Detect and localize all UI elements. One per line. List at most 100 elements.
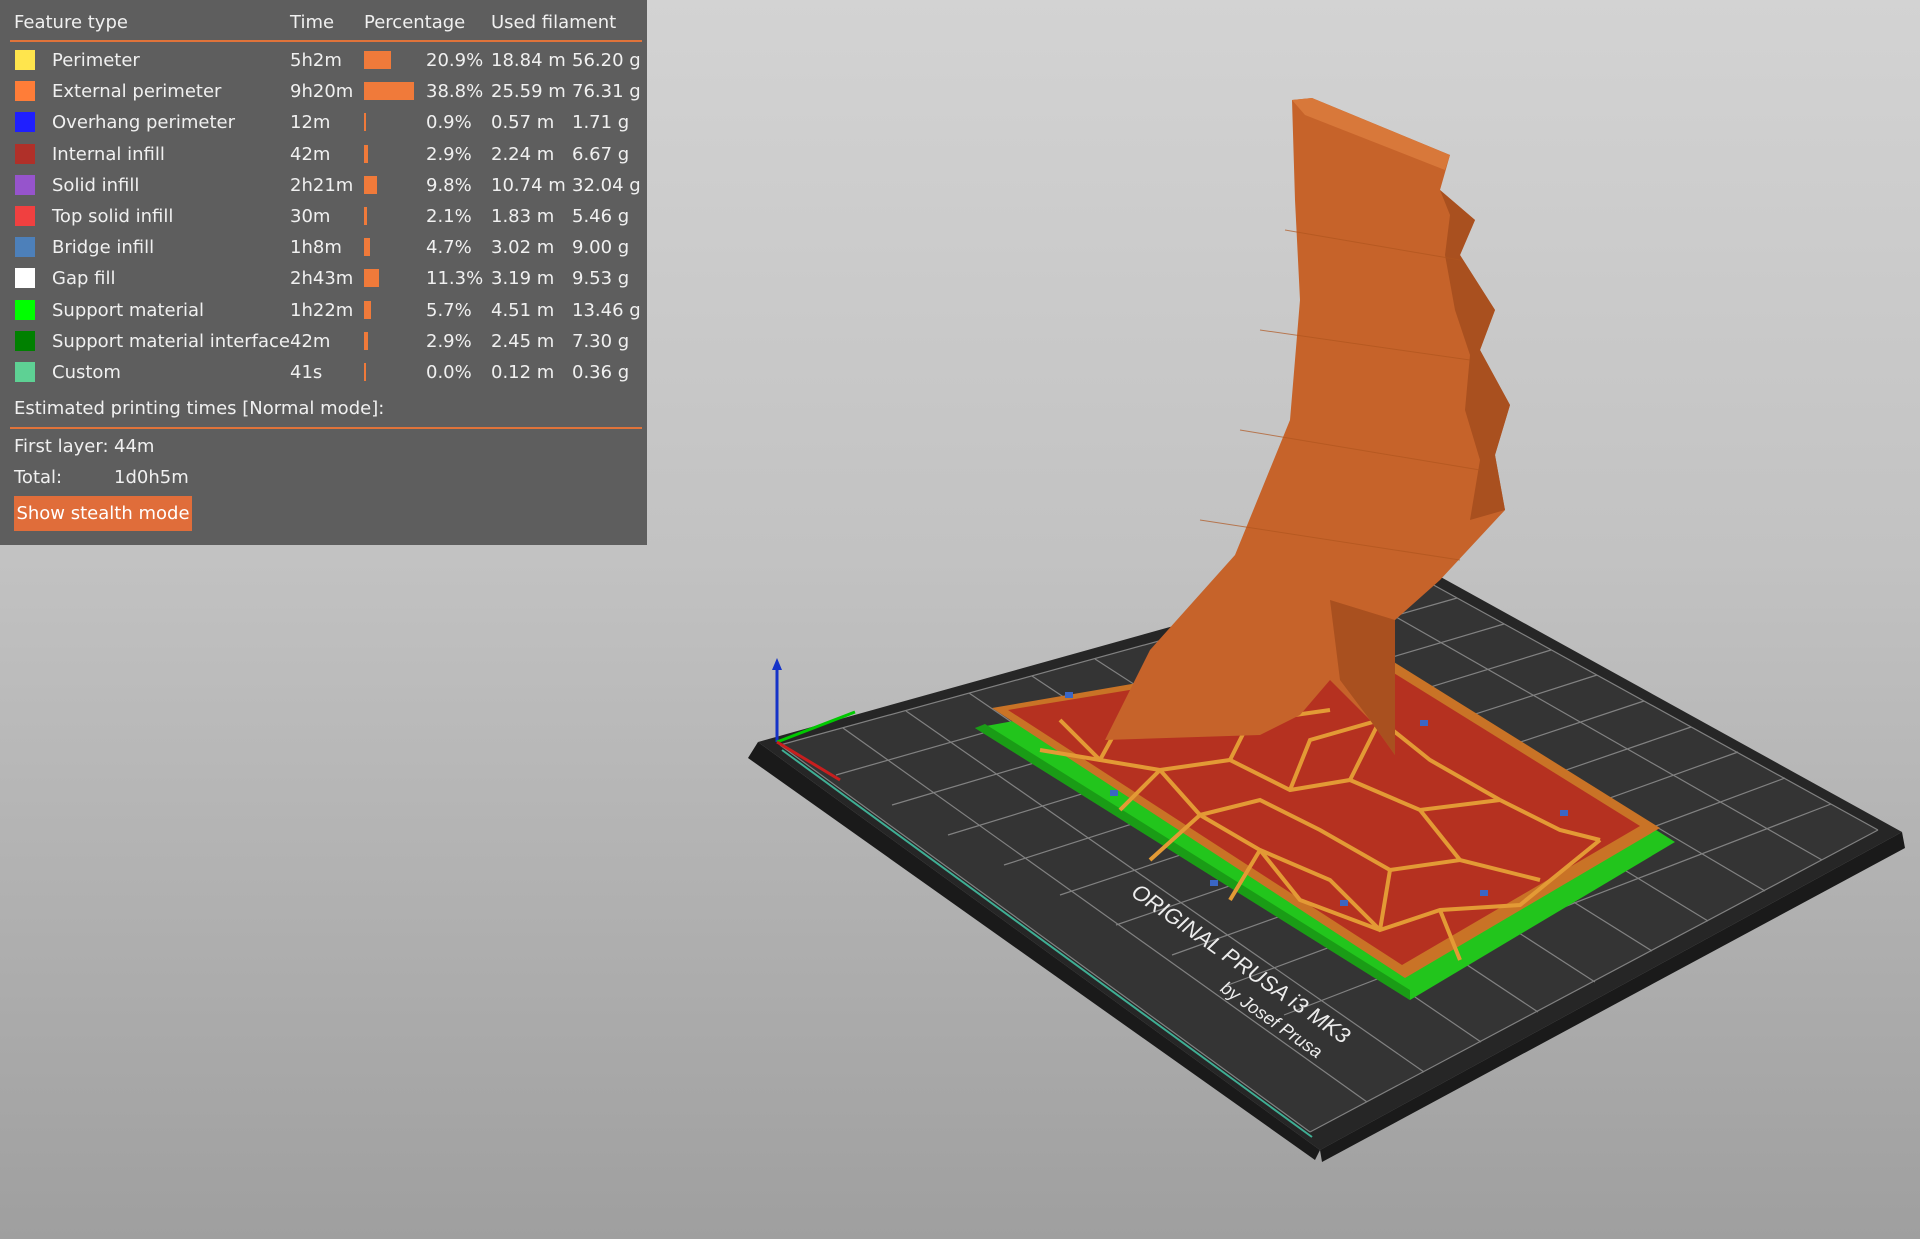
feature-percentage: 11.3% [426, 268, 484, 290]
legend-row[interactable]: Custom 41s 0.0% 0.12 m 0.36 g [0, 357, 647, 388]
feature-time: 2h43m [290, 268, 354, 290]
feature-time: 9h20m [290, 81, 354, 103]
feature-percentage: 2.1% [426, 206, 472, 227]
color-swatch [15, 299, 35, 320]
feature-length: 2.24 m [491, 143, 555, 165]
estimated-times-label: Estimated printing times [Normal mode]: [14, 398, 385, 419]
percentage-bar [364, 269, 379, 288]
header-divider [10, 40, 642, 42]
legend-row[interactable]: Support material interface 42m 2.9% 2.45 m 7… [0, 326, 647, 357]
feature-weight: 1.71 g [572, 112, 630, 134]
feature-weight: 13.46 g [572, 299, 641, 321]
header-used-filament: Used filament [491, 12, 617, 33]
feature-length: 2.45 m [491, 330, 555, 352]
feature-percentage: 20.9% [426, 50, 484, 71]
feature-name: Gap fill [52, 268, 116, 290]
color-swatch [15, 330, 35, 351]
legend-row[interactable]: External perimeter 9h20m 38.8% 25.59 m 76.31… [0, 76, 647, 107]
total-label: Total: [14, 467, 63, 488]
feature-time: 5h2m [290, 50, 342, 71]
legend-row[interactable]: Internal infill 42m 2.9% 2.24 m 6.67 g [0, 139, 647, 170]
feature-length: 18.84 m [491, 50, 566, 71]
feature-name: Custom [52, 362, 121, 383]
estimate-divider [10, 427, 642, 429]
legend-row[interactable]: Gap fill 2h43m 11.3% 3.19 m 9.53 g [0, 263, 647, 294]
feature-percentage: 38.8% [426, 81, 484, 103]
feature-weight: 0.36 g [572, 362, 630, 383]
feature-name: Internal infill [52, 143, 165, 165]
color-swatch [15, 50, 35, 70]
feature-name: External perimeter [52, 81, 222, 103]
feature-name: Overhang perimeter [52, 112, 236, 134]
feature-name: Bridge infill [52, 237, 155, 259]
show-stealth-mode-button[interactable]: Show stealth mode [14, 496, 192, 531]
feature-time: 42m [290, 330, 331, 352]
feature-percentage: 2.9% [426, 330, 472, 352]
header-time: Time [290, 12, 335, 33]
feature-percentage: 5.7% [426, 299, 472, 321]
legend-row[interactable]: Overhang perimeter 12m 0.9% 0.57 m 1.71 g [0, 107, 647, 138]
color-swatch [15, 362, 35, 382]
percentage-bar [364, 82, 414, 101]
feature-length: 10.74 m [491, 174, 566, 196]
legend-panel: Feature type Time Percentage Used filame… [0, 0, 647, 545]
header-percentage: Percentage [364, 12, 466, 33]
feature-length: 25.59 m [491, 81, 566, 103]
feature-weight: 6.67 g [572, 143, 630, 165]
percentage-bar [364, 175, 377, 194]
legend-row[interactable]: Perimeter 5h2m 20.9% 18.84 m 56.20 g [0, 45, 647, 76]
feature-name: Solid infill [52, 174, 140, 196]
feature-length: 0.12 m [491, 362, 555, 383]
feature-percentage: 0.0% [426, 362, 472, 383]
percentage-bar [364, 238, 371, 257]
feature-time: 42m [290, 143, 331, 165]
color-swatch [15, 81, 35, 102]
header-feature-type: Feature type [14, 12, 128, 33]
feature-length: 1.83 m [491, 206, 555, 227]
feature-percentage: 4.7% [426, 237, 472, 259]
percentage-bar [364, 51, 391, 69]
first-layer-label: First layer: [14, 436, 109, 457]
feature-name: Support material [52, 299, 205, 321]
feature-weight: 9.53 g [572, 268, 630, 290]
feature-name: Top solid infill [52, 206, 174, 227]
first-layer-value: 44m [114, 436, 155, 457]
percentage-bar [364, 207, 367, 225]
feature-percentage: 0.9% [426, 112, 472, 134]
feature-time: 1h22m [290, 299, 354, 321]
feature-weight: 76.31 g [572, 81, 641, 103]
total-value: 1d0h5m [114, 467, 189, 488]
feature-weight: 9.00 g [572, 237, 630, 259]
feature-name: Support material interface [52, 330, 291, 352]
color-swatch [15, 174, 35, 195]
feature-time: 30m [290, 206, 331, 227]
percentage-bar [364, 113, 366, 132]
feature-weight: 32.04 g [572, 174, 641, 196]
feature-length: 4.51 m [491, 299, 555, 321]
legend-row[interactable]: Bridge infill 1h8m 4.7% 3.02 m 9.00 g [0, 232, 647, 263]
feature-weight: 5.46 g [572, 206, 630, 227]
percentage-bar [364, 331, 368, 350]
feature-time: 2h21m [290, 174, 354, 196]
feature-length: 3.19 m [491, 268, 555, 290]
feature-length: 3.02 m [491, 237, 555, 259]
feature-time: 41s [290, 362, 323, 383]
legend-row[interactable]: Support material 1h22m 5.7% 4.51 m 13.46 g [0, 295, 647, 326]
color-swatch [15, 206, 35, 226]
percentage-bar [364, 300, 372, 319]
feature-time: 12m [290, 112, 331, 134]
legend-row[interactable]: Top solid infill 30m 2.1% 1.83 m 5.46 g [0, 201, 647, 232]
color-swatch [15, 112, 35, 133]
percentage-bar [364, 363, 366, 381]
feature-percentage: 2.9% [426, 143, 472, 165]
feature-percentage: 9.8% [426, 174, 472, 196]
legend-row[interactable]: Solid infill 2h21m 9.8% 10.74 m 32.04 g [0, 170, 647, 201]
color-swatch [15, 237, 35, 258]
feature-time: 1h8m [290, 237, 342, 259]
color-swatch [15, 143, 35, 164]
feature-length: 0.57 m [491, 112, 555, 134]
feature-weight: 7.30 g [572, 330, 630, 352]
color-swatch [15, 268, 35, 289]
feature-name: Perimeter [52, 50, 140, 71]
feature-weight: 56.20 g [572, 50, 641, 71]
